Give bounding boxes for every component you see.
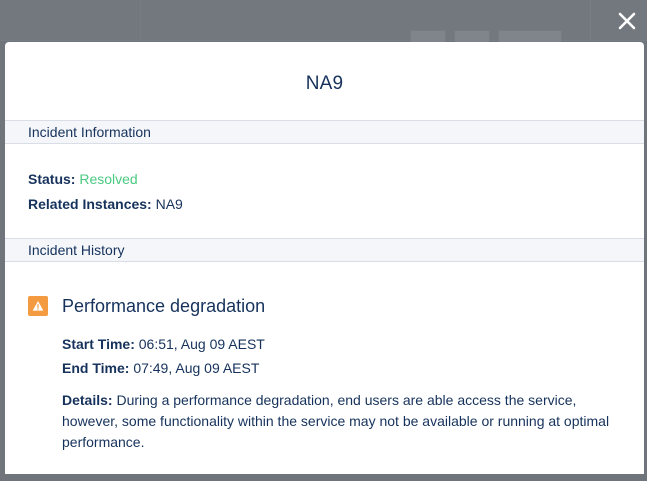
- status-label: Status:: [28, 171, 76, 187]
- details-value: During a performance degradation, end us…: [62, 392, 610, 450]
- incident-history-header: Incident History: [5, 238, 644, 262]
- modal-header: NA9: [5, 42, 644, 120]
- incident-modal: NA9 Incident Information Status: Resolve…: [5, 42, 644, 474]
- end-time-label: End Time:: [62, 360, 130, 376]
- related-instances-label: Related Instances:: [28, 196, 152, 212]
- end-time-row: End Time: 07:49, Aug 09 AEST: [62, 356, 621, 380]
- incident-information-header: Incident Information: [5, 120, 644, 144]
- incident-body: Start Time: 06:51, Aug 09 AEST End Time:…: [28, 332, 621, 453]
- status-row: Status: Resolved: [28, 167, 621, 192]
- warning-icon: [28, 296, 48, 316]
- incident-heading: Performance degradation: [28, 295, 621, 317]
- status-value: Resolved: [79, 171, 138, 187]
- incident-details: Details: During a performance degradatio…: [62, 390, 612, 453]
- end-time-value: 07:49, Aug 09 AEST: [133, 360, 260, 376]
- start-time-value: 06:51, Aug 09 AEST: [138, 336, 265, 352]
- incident-history-section: Performance degradation Start Time: 06:5…: [5, 262, 644, 453]
- incident-title: Performance degradation: [62, 295, 266, 316]
- incident-information-section: Status: Resolved Related Instances: NA9: [5, 144, 644, 238]
- details-label: Details:: [62, 392, 113, 408]
- start-time-label: Start Time:: [62, 336, 135, 352]
- related-instances-value: NA9: [155, 196, 183, 212]
- modal-title: NA9: [305, 73, 344, 94]
- close-button[interactable]: [612, 6, 642, 36]
- start-time-row: Start Time: 06:51, Aug 09 AEST: [62, 332, 621, 356]
- related-instances-row: Related Instances: NA9: [28, 192, 621, 217]
- close-icon: [618, 12, 636, 30]
